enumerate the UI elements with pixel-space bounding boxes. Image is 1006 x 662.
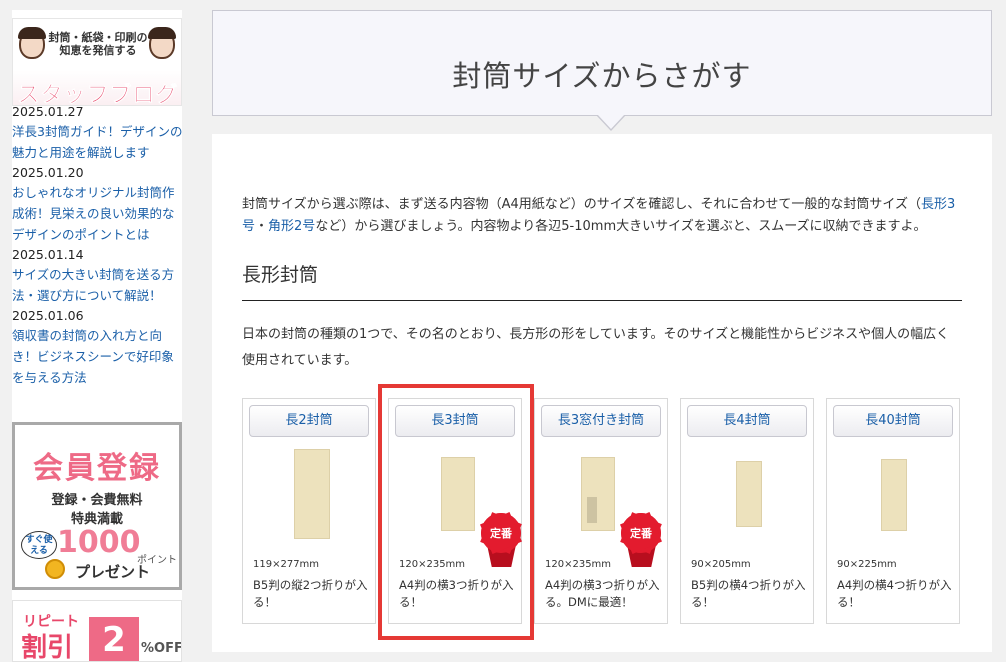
news-item: 2025.01.06 領収書の封筒の入れ方と向き！ビジネスシーンで好印象を与える… <box>12 306 184 388</box>
news-link[interactable]: おしゃれなオリジナル封筒作成術！見栄えの良い効果的なデザインのポイントとは <box>12 182 184 245</box>
news-item: 2025.01.14 サイズの大きい封筒を送る方法・選び方について解説！ <box>12 245 184 306</box>
envelope-card-naga2[interactable]: 長2封筒 119×277mm B5判の縦2つ折りが入る！ <box>242 398 376 624</box>
news-date: 2025.01.06 <box>12 308 84 323</box>
link-kakugata-2[interactable]: 角形2号 <box>268 219 315 234</box>
card-title[interactable]: 長2封筒 <box>249 405 369 437</box>
repeat-discount-banner[interactable]: リピート 割引 2 %OFF <box>12 600 182 662</box>
blog-banner-tagline: 封筒・紙袋・印刷の知恵を発信する <box>48 31 148 57</box>
envelope-window-icon <box>587 497 597 523</box>
intro-text-before: 封筒サイズから選ぶ際は、まず送る内容物（A4用紙など）のサイズを確認し、それに合… <box>242 197 921 212</box>
badge-label: 定番 <box>630 527 652 540</box>
staff-avatar-icon <box>148 27 176 59</box>
card-size: 90×225mm <box>837 559 897 570</box>
standard-badge-icon: 定番 <box>621 513 661 569</box>
news-date: 2025.01.27 <box>12 104 84 119</box>
news-date: 2025.01.20 <box>12 165 84 180</box>
news-link[interactable]: 洋長3封筒ガイド！デザインの魅力と用途を解説します <box>12 121 184 163</box>
member-banner-note: すぐ使える <box>21 531 57 559</box>
member-banner-line1: 登録・会費無料 <box>51 493 143 508</box>
standard-badge-icon: 定番 <box>481 513 521 569</box>
section-divider <box>242 300 962 301</box>
card-size: 119×277mm <box>253 559 320 570</box>
card-title[interactable]: 長3窓付き封筒 <box>541 405 661 437</box>
envelope-card-naga40[interactable]: 長40封筒 90×225mm A4判の横4つ折りが入る！ <box>826 398 960 624</box>
envelope-icon <box>441 457 475 531</box>
card-description: A4判の横3つ折りが入る。DMに最適！ <box>545 578 660 609</box>
page-title-box: 封筒サイズからさがす <box>212 10 992 116</box>
member-registration-banner[interactable]: 会員登録 登録・会費無料 特典満載 すぐ使える 1000 ポイント プレゼント <box>12 422 182 590</box>
news-link[interactable]: サイズの大きい封筒を送る方法・選び方について解説！ <box>12 264 184 306</box>
card-description: B5判の縦2つ折りが入る！ <box>253 578 368 609</box>
repeat-banner-number: 2 <box>89 617 139 661</box>
card-description: A4判の横4つ折りが入る！ <box>837 578 952 609</box>
coin-icon <box>45 559 65 579</box>
envelope-card-list: 長2封筒 119×277mm B5判の縦2つ折りが入る！ 長3封筒 定番 120… <box>242 398 962 624</box>
staff-blog-banner[interactable]: 封筒・紙袋・印刷の知恵を発信する スタッフブログ <box>12 18 182 106</box>
card-title[interactable]: 長4封筒 <box>687 405 807 437</box>
envelope-icon <box>881 459 907 531</box>
repeat-banner-heading: 割引 <box>21 633 74 662</box>
news-item: 2025.01.20 おしゃれなオリジナル封筒作成術！見栄えの良い効果的なデザイ… <box>12 163 184 245</box>
envelope-icon <box>736 461 762 527</box>
sidebar: 封筒・紙袋・印刷の知恵を発信する スタッフブログ 2025.01.27 洋長3封… <box>12 10 184 662</box>
card-size: 120×235mm <box>399 559 466 570</box>
staff-avatar-icon <box>18 27 46 59</box>
card-description: B5判の横4つ折りが入る！ <box>691 578 806 609</box>
envelope-card-naga3-window[interactable]: 長3窓付き封筒 定番 120×235mm A4判の横3つ折りが入る。DMに最適！ <box>534 398 668 624</box>
member-banner-amount: 1000 <box>57 525 141 560</box>
intro-text-after: など）から選びましょう。内容物より各辺5-10mm大きいサイズを選ぶと、スムーズ… <box>315 219 927 234</box>
card-size: 120×235mm <box>545 559 612 570</box>
intro-text: 封筒サイズから選ぶ際は、まず送る内容物（A4用紙など）のサイズを確認し、それに合… <box>242 194 964 238</box>
envelope-card-naga4[interactable]: 長4封筒 90×205mm B5判の横4つ折りが入る！ <box>680 398 814 624</box>
news-link[interactable]: 領収書の封筒の入れ方と向き！ビジネスシーンで好印象を与える方法 <box>12 325 184 388</box>
envelope-card-naga3[interactable]: 長3封筒 定番 120×235mm A4判の横3つ折りが入る！ <box>388 398 522 624</box>
news-item: 2025.01.27 洋長3封筒ガイド！デザインの魅力と用途を解説します <box>12 102 184 163</box>
badge-label: 定番 <box>490 527 512 540</box>
repeat-banner-off: %OFF <box>141 641 182 656</box>
blog-news-list: 2025.01.27 洋長3封筒ガイド！デザインの魅力と用途を解説します 202… <box>12 102 184 388</box>
section-title: 長形封筒 <box>242 264 319 286</box>
card-title[interactable]: 長40封筒 <box>833 405 953 437</box>
card-title[interactable]: 長3封筒 <box>395 405 515 437</box>
title-arrow-icon <box>596 114 626 131</box>
section-description: 日本の封筒の種類の1つで、その名のとおり、長方形の形をしています。そのサイズと機… <box>242 327 950 368</box>
news-date: 2025.01.14 <box>12 247 84 262</box>
member-banner-present: プレゼント <box>75 563 151 581</box>
card-description: A4判の横3つ折りが入る！ <box>399 578 514 609</box>
card-size: 90×205mm <box>691 559 751 570</box>
envelope-icon <box>294 449 330 539</box>
member-banner-heading: 会員登録 <box>33 451 161 486</box>
intro-separator: ・ <box>255 219 269 234</box>
page-title: 封筒サイズからさがす <box>452 59 752 93</box>
main-content: 封筒サイズから選ぶ際は、まず送る内容物（A4用紙など）のサイズを確認し、それに合… <box>212 134 992 652</box>
